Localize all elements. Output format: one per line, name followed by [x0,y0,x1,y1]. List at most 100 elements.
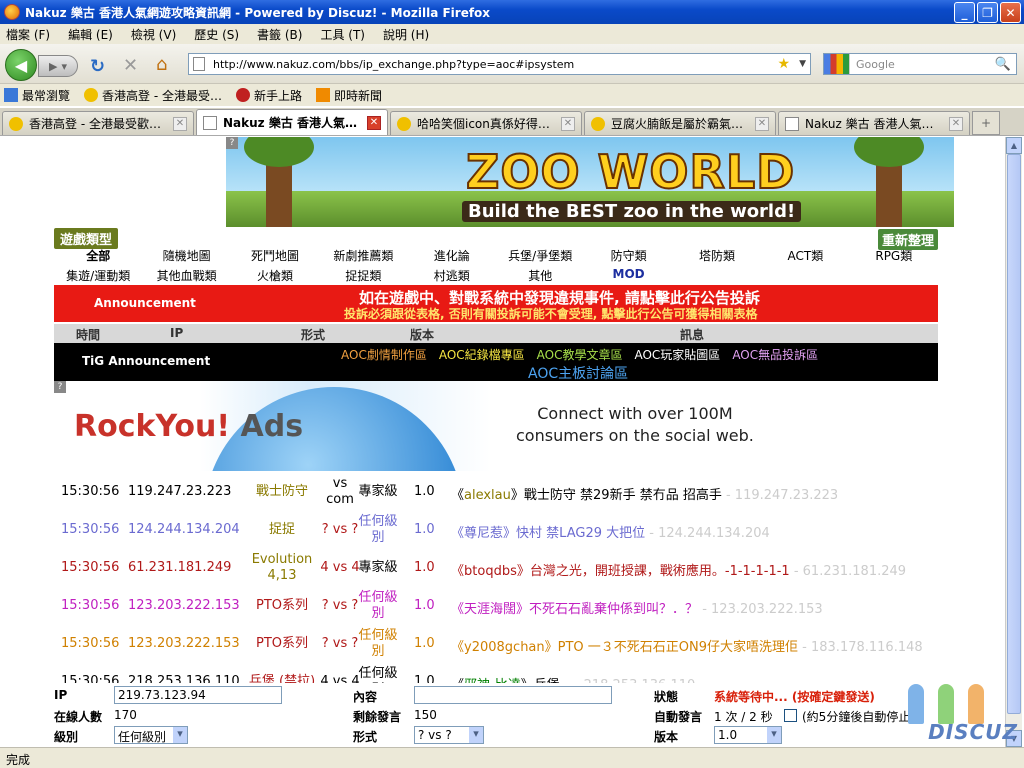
search-icon[interactable]: 🔍 [995,57,1011,72]
tab-nakuz-2[interactable]: Nakuz 樂古 香港人氣網… ✕ [778,111,970,135]
version-select[interactable]: 1.0 [714,726,782,744]
stop-icon[interactable]: ✕ [123,55,138,76]
row-user-link[interactable]: alexlau [464,488,511,503]
announcement-line-2[interactable]: 投訴必須跟從表格, 否則有關投訴可能不會受理, 點擊此行公告可獲得相關表格 [344,305,757,322]
bookmark-star-icon[interactable]: ★ [777,56,790,72]
tab-icon-thread[interactable]: 哈哈笑個icon真係好得意… ✕ [390,111,582,135]
auto-post-checkbox[interactable] [784,709,797,722]
mode-label: 形式 [353,730,378,744]
menu-history[interactable]: 歷史 (S) [194,26,239,43]
home-icon[interactable]: ⌂ [156,54,167,75]
row-user-link[interactable]: 邪神-比達 [464,678,521,683]
category-item[interactable]: 集遊/運動類 [54,267,142,284]
firefox-icon [235,88,250,102]
tab-close-icon[interactable]: ✕ [367,115,381,130]
category-all[interactable]: 全部 [54,247,142,264]
announcement-bar[interactable]: Announcement 如在遊戲中、對戰系統中發現違規事件, 請點擊此行公告投… [54,285,938,322]
bookmark-hkgolden[interactable]: 香港高登 - 全港最受… [84,87,222,104]
category-item[interactable]: 其他血戰類 [142,267,230,284]
bracket-open: 《 [451,640,465,655]
address-bar[interactable]: http://www.nakuz.com/bbs/ip_exchange.php… [188,53,811,75]
zoo-world-banner[interactable]: ZOO WORLD Build the BEST zoo in the worl… [226,137,954,227]
scroll-up-icon[interactable]: ▲ [1006,137,1022,154]
discuz-wordmark: DISCUZ [928,720,1018,744]
menu-tools[interactable]: 工具 (T) [320,26,365,43]
category-item[interactable]: 兵堡/爭堡類 [496,247,584,264]
vertical-scrollbar[interactable]: ▲ ▼ [1005,137,1022,747]
row-mode-line: 4,13 [267,568,297,583]
menu-help[interactable]: 說明 (H) [383,26,429,43]
mode-select[interactable]: ? vs ? [414,726,484,744]
google-icon[interactable] [824,54,850,74]
tig-link[interactable]: AOC無品投訴區 [732,346,818,363]
tab-close-icon[interactable]: ✕ [173,116,187,131]
row-version: 1.0 [414,674,435,683]
tab-nakuz-active[interactable]: Nakuz 樂古 香港人氣… ✕ [196,109,388,135]
category-item[interactable]: 村逃類 [408,267,496,284]
category-item[interactable]: 防守類 [584,247,672,264]
category-item[interactable]: 死鬥地圖 [231,247,319,264]
banner-tagline: Build the BEST zoo in the world! [462,201,802,222]
menu-file[interactable]: 檔案 (F) [6,26,50,43]
url-dropdown-icon[interactable]: ▼ [799,59,806,69]
row-user-link[interactable]: 尊尼惹 [464,526,503,541]
minimize-button[interactable]: _ [954,2,975,23]
tig-main-link[interactable]: AOC主板討論區 [528,363,628,383]
content-input[interactable] [414,686,612,704]
tig-link[interactable]: AOC教學文章區 [537,346,623,363]
row-user-link[interactable]: btoqdbs [464,564,517,579]
rockyou-ads-text: Ads [240,409,304,444]
reload-icon[interactable]: ↻ [90,56,105,77]
category-item[interactable]: 隨機地圖 [142,247,230,264]
ad-info-icon[interactable]: ? [226,137,238,149]
bracket-close: 》 [521,678,534,683]
category-item[interactable]: 進化論 [408,247,496,264]
category-item[interactable]: 火槍類 [231,267,319,284]
row-mode-line: 捉捉 [268,522,295,537]
scroll-thumb[interactable] [1007,154,1021,714]
tab-tofu-thread[interactable]: 豆腐火腩飯是屬於霸氣… ✕ [584,111,776,135]
menu-bookmarks[interactable]: 書籤 (B) [257,26,302,43]
category-item[interactable]: 新劇推薦類 [319,247,407,264]
chevron-down-icon[interactable]: ▾ [61,60,67,73]
row-level-line: 專家級 [358,484,398,499]
tab-close-icon[interactable]: ✕ [949,116,963,131]
menu-view[interactable]: 檢視 (V) [131,26,176,43]
ip-field[interactable]: 219.73.123.94 [114,686,282,704]
category-item[interactable]: 塔防類 [673,247,761,264]
bookmark-getting-started[interactable]: 新手上路 [235,87,302,104]
tig-link[interactable]: AOC劇情制作區 [341,346,427,363]
category-item[interactable]: ACT類 [761,247,849,264]
tig-link[interactable]: AOC玩家貼圖區 [634,346,720,363]
category-item[interactable]: RPG類 [850,247,938,264]
row-vs-line: 4 vs 4 [320,560,360,575]
close-button[interactable]: ✕ [1000,2,1021,23]
tig-link[interactable]: AOC紀錄檔專區 [439,346,525,363]
tab-hkgolden[interactable]: 香港高登 - 全港最受歡迎… ✕ [2,111,194,135]
category-item[interactable]: 其他 [496,267,584,284]
bracket-open: 《 [451,488,465,503]
menu-edit[interactable]: 編輯 (E) [68,26,113,43]
tab-close-icon[interactable]: ✕ [561,116,575,131]
tab-close-icon[interactable]: ✕ [755,116,769,131]
rockyou-line-2: consumers on the social web. [516,426,754,445]
maximize-button[interactable]: ❐ [977,2,998,23]
ad-info-icon[interactable]: ? [54,381,66,393]
bookmark-most-visited[interactable]: 最常瀏覽 [4,87,70,104]
row-user-link[interactable]: y2008gchan [464,640,545,655]
rockyou-ad-banner[interactable]: RockYou! Ads Connect with over 100M consu… [54,381,782,471]
row-source-ip: - 119.247.23.223 [725,488,839,503]
row-user-link[interactable]: 天涯海闊 [464,602,516,617]
search-input[interactable]: Google 🔍 [823,53,1017,75]
forward-button[interactable]: ▶ ▾ [38,55,78,77]
page-icon [193,57,205,71]
category-mod[interactable]: MOD [584,267,672,284]
category-item[interactable]: 捉捉類 [319,267,407,284]
row-mode-line: 戰士防守 [255,484,308,499]
new-tab-button[interactable]: + [972,111,1000,135]
bookmark-latest-news[interactable]: 即時新聞 [316,87,382,104]
banner-brand: ZOO WORLD [465,144,796,200]
menu-bar: 檔案 (F) 編輯 (E) 檢視 (V) 歷史 (S) 書籤 (B) 工具 (T… [0,24,1024,44]
back-button[interactable]: ◀ [5,49,37,81]
level-select[interactable]: 任何級別 [114,726,188,744]
